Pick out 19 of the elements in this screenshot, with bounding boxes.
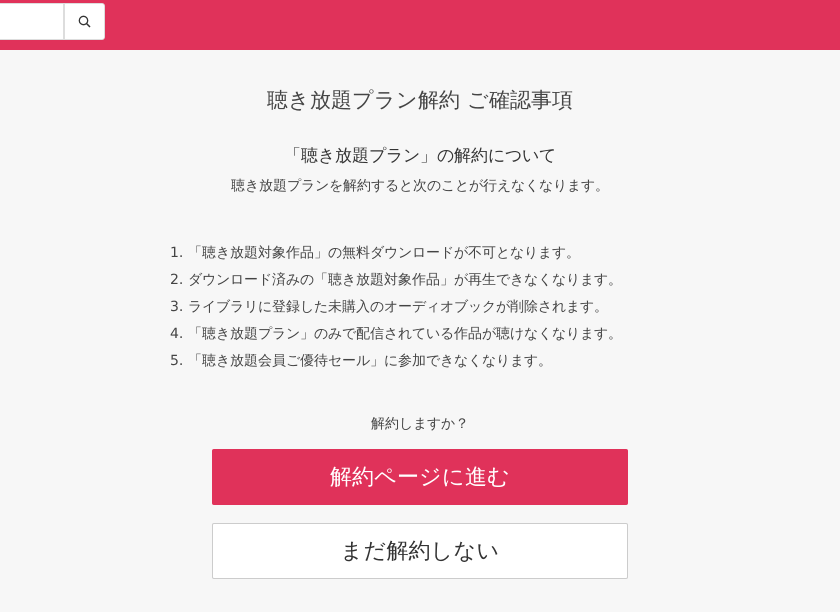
section-heading: 「聴き放題プラン」の解約について xyxy=(284,145,556,167)
search-button[interactable] xyxy=(64,3,105,40)
list-item-text: 「聴き放題プラン」のみで配信されている作品が聴けなくなります。 xyxy=(188,325,622,344)
description-text: 聴き放題プランを解約すると次のことが行えなくなります。 xyxy=(231,177,609,195)
proceed-button[interactable]: 解約ページに進む xyxy=(212,449,628,505)
list-item-text: 「聴き放題対象作品」の無料ダウンロードが不可となります。 xyxy=(188,244,580,263)
list-number: 4. xyxy=(170,325,184,344)
page-title: 聴き放題プラン解約 ご確認事項 xyxy=(267,87,573,114)
question-text: 解約しますか？ xyxy=(371,415,469,433)
list-number: 5. xyxy=(170,352,184,371)
list-number: 2. xyxy=(170,271,184,290)
search-field[interactable] xyxy=(0,3,64,40)
search-icon xyxy=(78,15,91,28)
cancel-button[interactable]: まだ解約しない xyxy=(212,523,628,579)
list-number: 3. xyxy=(170,298,184,317)
list-item-text: ライブラリに登録した未購入のオーディオブックが削除されます。 xyxy=(188,298,608,317)
list-number: 1. xyxy=(170,244,184,263)
list-item-text: 「聴き放題会員ご優待セール」に参加できなくなります。 xyxy=(188,352,552,371)
list-item-text: ダウンロード済みの「聴き放題対象作品」が再生できなくなります。 xyxy=(188,271,622,290)
